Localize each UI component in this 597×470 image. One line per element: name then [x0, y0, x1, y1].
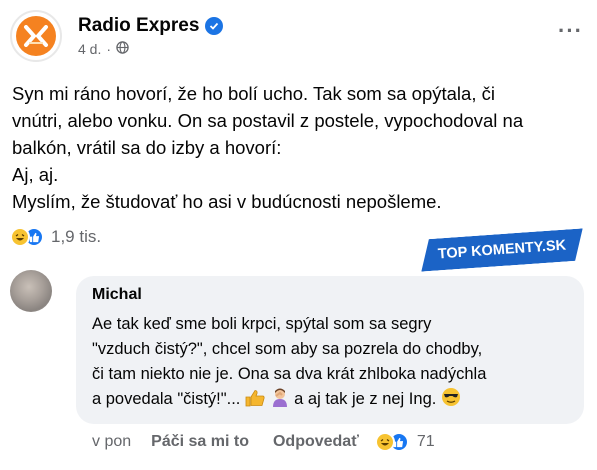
comment-reactions[interactable]: 71	[374, 432, 435, 452]
post-text: Syn mi ráno hovorí, že ho bolí ucho. Tak…	[12, 80, 582, 215]
page-name-label[interactable]: Radio Expres	[78, 15, 199, 37]
comment-time[interactable]: v pon	[92, 433, 131, 451]
comment-reaction-count: 71	[416, 433, 435, 450]
comment-line-part: a povedala "čistý!"...	[92, 390, 241, 408]
post-line: Myslím, že študovať ho asi v budúcnosti …	[12, 191, 442, 212]
comment-line: "vzduch čistý?", chcel som aby sa pozrel…	[92, 340, 483, 358]
post-line: Syn mi ráno hovorí, že ho bolí ucho. Tak…	[12, 83, 495, 104]
sunglasses-emoji-icon	[441, 387, 461, 415]
radio-expres-logo	[16, 16, 56, 56]
comment-line-last: a povedala "čistý!"... a aj tak je z nej…	[92, 387, 582, 415]
page-name[interactable]: Radio Expres	[78, 15, 224, 37]
comment-line-part: a aj tak je z nej Ing.	[294, 390, 437, 408]
thumbs-up-emoji-icon	[245, 389, 265, 415]
more-options-button[interactable]: ···	[558, 18, 583, 44]
post-reaction-count[interactable]: 1,9 tis.	[51, 227, 101, 247]
comment-author[interactable]: Michal	[92, 286, 142, 304]
comment-actions: v pon Páči sa mi to Odpovedať 71	[92, 432, 435, 452]
haha-reaction-icon	[374, 432, 395, 452]
post-line: Aj, aj.	[12, 164, 59, 185]
post-line: vnútri, alebo vonku. On sa postavil z po…	[12, 110, 524, 131]
post-reactions[interactable]: 1,9 tis.	[10, 224, 101, 250]
reply-comment-button[interactable]: Odpovedať	[273, 433, 359, 451]
commenter-avatar[interactable]	[10, 270, 52, 312]
globe-icon	[116, 41, 129, 57]
facepalm-emoji-icon	[270, 387, 290, 415]
comment-text: Ae tak keď sme boli krpci, spýtal som sa…	[92, 312, 582, 415]
post-header: Radio Expres 4 d. · ···	[10, 10, 587, 62]
post-line: balkón, vrátil sa do izby a hovorí:	[12, 137, 282, 158]
comment-line: Ae tak keď sme boli krpci, spýtal som sa…	[92, 315, 432, 333]
verified-badge-icon	[205, 17, 224, 35]
haha-reaction-icon	[10, 227, 30, 247]
post-meta: 4 d. ·	[78, 41, 129, 57]
post-time[interactable]: 4 d.	[78, 41, 101, 57]
comment-line: či tam niekto nie je. Ona sa dva krát zh…	[92, 365, 487, 383]
watermark-banner: TOP KOMENTY.SK	[419, 228, 585, 271]
like-comment-button[interactable]: Páči sa mi to	[151, 433, 249, 451]
comment-bubble: Michal Ae tak keď sme boli krpci, spýtal…	[76, 276, 584, 424]
meta-separator: ·	[106, 41, 112, 57]
page-avatar[interactable]	[10, 10, 62, 62]
